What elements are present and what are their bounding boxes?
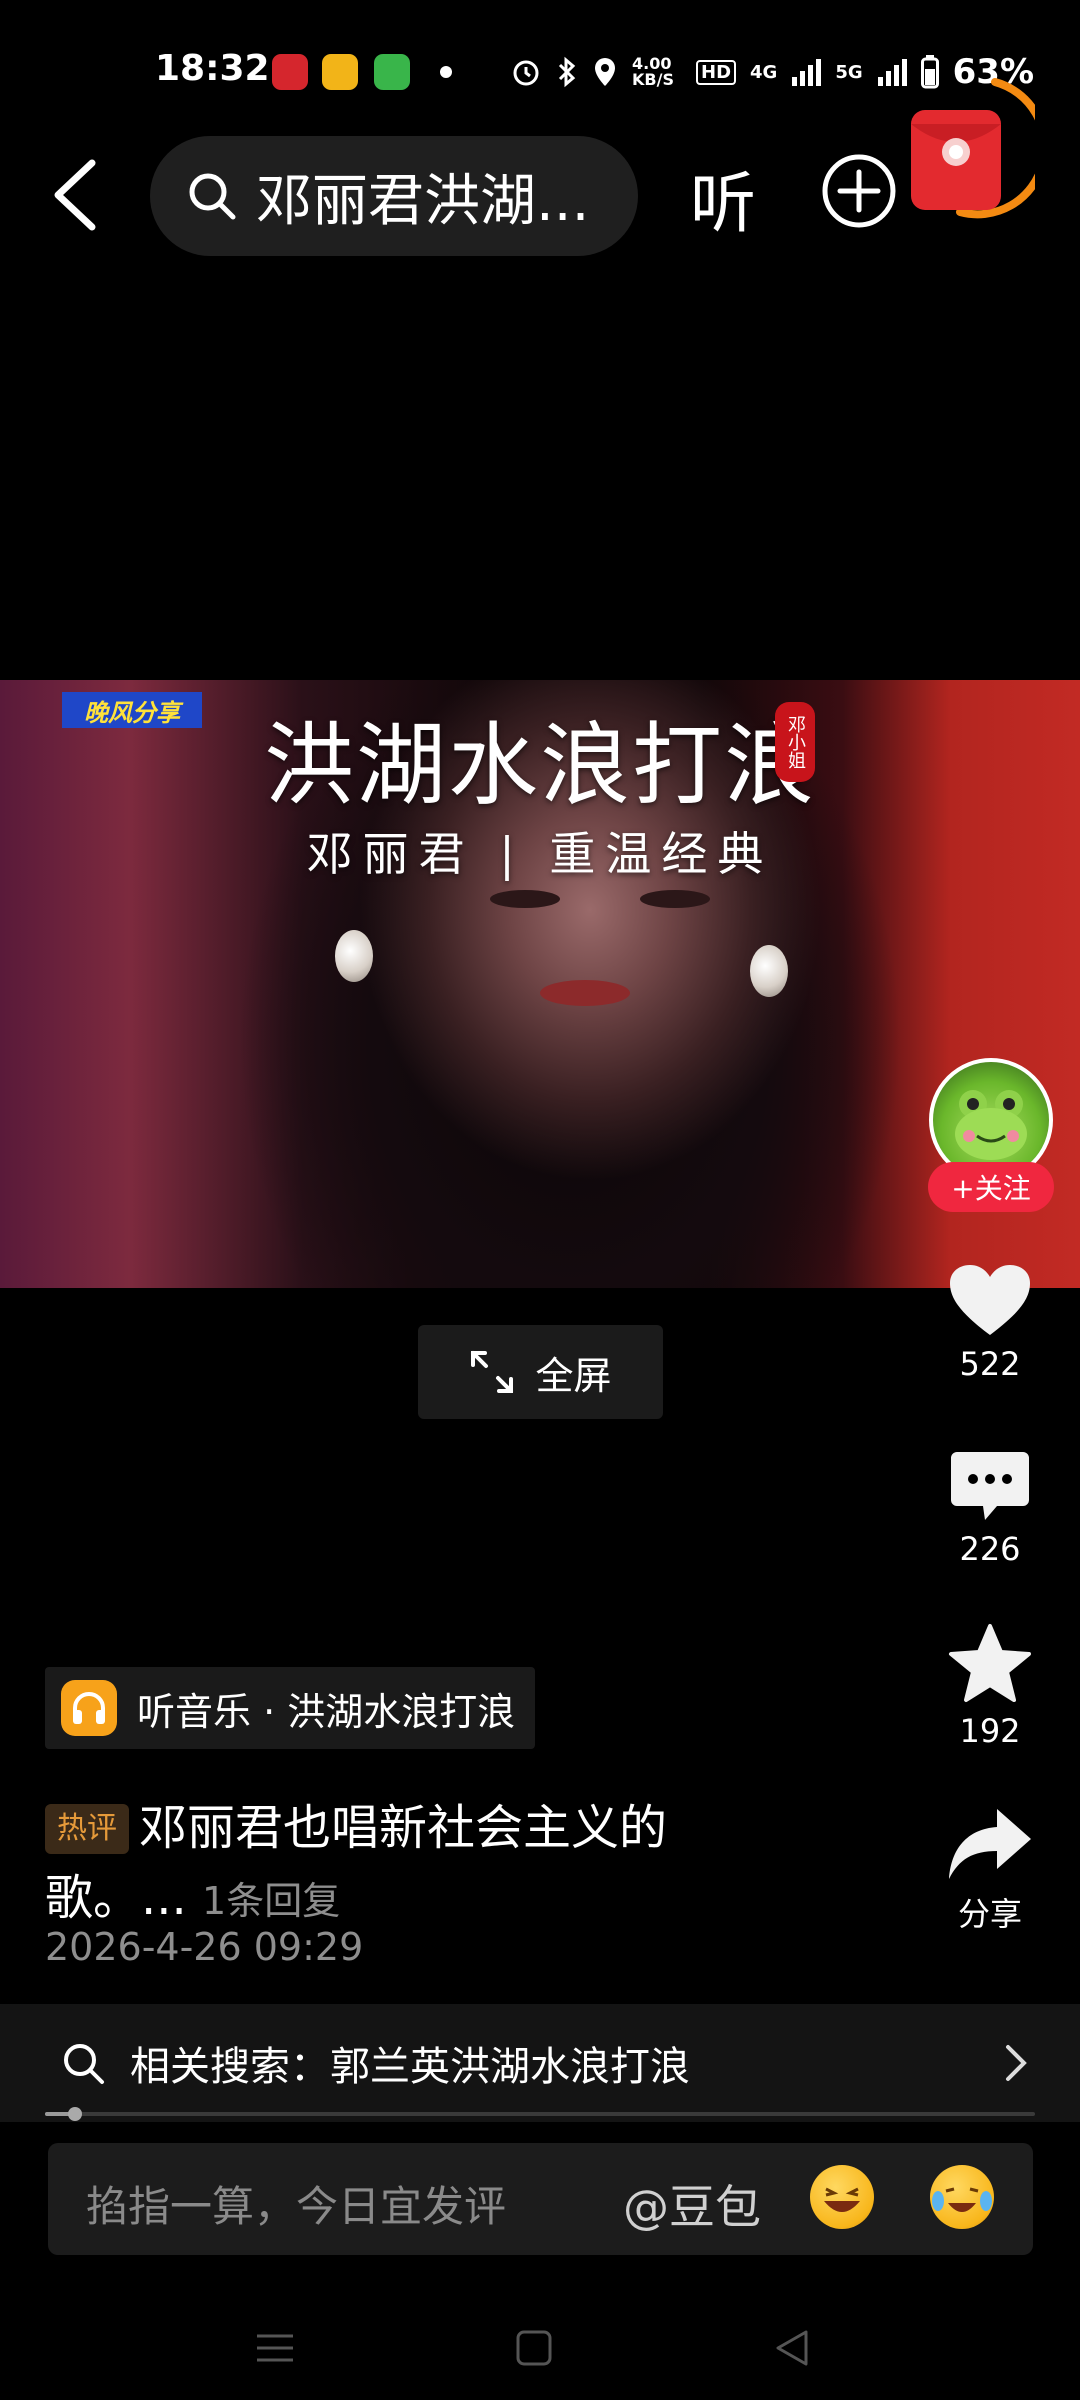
favorite-button[interactable]: 192 (920, 1622, 1060, 1750)
signal-5g-label: 5G (835, 61, 863, 83)
status-time: 18:32 (155, 48, 270, 89)
headphones-icon (61, 1680, 117, 1736)
follow-button[interactable]: +关注 (928, 1162, 1054, 1212)
comment-count: 226 (959, 1530, 1021, 1568)
video-progress-bar[interactable] (45, 2107, 1035, 2121)
search-icon (64, 2044, 104, 2084)
app-notification-icon (272, 54, 308, 90)
hot-comment-text: 邓丽君也唱新社会主义的歌。... (45, 1800, 668, 1926)
bluetooth-icon (558, 56, 576, 88)
progress-knob[interactable] (67, 2107, 82, 2121)
fullscreen-label: 全屏 (535, 1353, 612, 1398)
weibo-icon (322, 54, 358, 90)
home-nav-icon[interactable] (514, 2328, 554, 2368)
face-eye-right (640, 890, 710, 908)
face-mouth (540, 980, 630, 1006)
heart-icon (950, 1265, 1030, 1335)
listen-button[interactable]: 听 (690, 150, 756, 246)
share-arrow-icon (949, 1809, 1031, 1879)
location-icon (595, 58, 615, 86)
signal-icon-2 (877, 59, 907, 86)
mention-doubao-button[interactable]: @豆包 (623, 2171, 761, 2237)
more-notifications-dot (440, 66, 452, 78)
share-button[interactable]: 分享 (920, 1805, 1060, 1935)
video-player[interactable]: 晚风分享 洪湖水浪打浪 邓小姐 邓丽君 | 重温经典 (0, 680, 1080, 1288)
message-icon (374, 54, 410, 90)
music-chip[interactable]: 听音乐 · 洪湖水浪打浪 (45, 1667, 536, 1749)
frog-avatar-icon (955, 1090, 1027, 1160)
share-label: 分享 (957, 1895, 1022, 1933)
hot-comment-tag: 热评 (45, 1804, 129, 1854)
face-eye-left (490, 890, 560, 908)
like-button[interactable]: 522 (920, 1263, 1060, 1383)
favorite-count: 192 (959, 1712, 1021, 1750)
search-query: 邓丽君洪湖... (256, 168, 590, 234)
network-speed: 4.00 KB/S (632, 54, 674, 89)
menu-nav-icon[interactable] (255, 2328, 295, 2368)
related-search-bar[interactable]: 相关搜索：郭兰英洪湖水浪打浪 (0, 2004, 1080, 2122)
fullscreen-button[interactable]: 全屏 (418, 1325, 663, 1419)
laughing-emoji-icon[interactable] (810, 2165, 874, 2229)
expand-icon (471, 1351, 514, 1393)
comment-placeholder: 掐指一算，今日宜发评 (86, 2182, 507, 2231)
back-nav-icon[interactable] (772, 2328, 812, 2368)
system-nav-bar (0, 2300, 1080, 2400)
add-icon[interactable] (820, 152, 898, 230)
earring-right (750, 945, 788, 997)
red-packet-icon[interactable] (905, 72, 1035, 222)
comment-input[interactable]: 掐指一算，今日宜发评 @豆包 (48, 2143, 1033, 2255)
comment-button[interactable]: 226 (920, 1450, 1060, 1568)
reply-count[interactable]: 1条回复 (202, 1879, 340, 1923)
signal-4g-label: 4G (750, 61, 778, 83)
signal-icon (792, 59, 822, 86)
related-search-label: 相关搜索：郭兰英洪湖水浪打浪 (130, 2044, 690, 2090)
video-seal: 邓小姐 (775, 702, 815, 782)
video-title: 洪湖水浪打浪 (264, 713, 816, 818)
comment-timestamp: 2026-4-26 09:29 (45, 1925, 364, 1969)
video-subtitle: 邓丽君 | 重温经典 (306, 827, 774, 881)
hot-comment[interactable]: 热评 邓丽君也唱新社会主义的歌。... 1条回复 (45, 1793, 745, 1936)
like-count: 522 (959, 1345, 1021, 1383)
comment-icon (951, 1452, 1029, 1520)
crying-laugh-emoji-icon[interactable] (930, 2165, 994, 2229)
search-bar[interactable]: 邓丽君洪湖... (150, 136, 638, 256)
earring-left (335, 930, 373, 982)
alarm-icon (513, 60, 539, 86)
music-label: 听音乐 · 洪湖水浪打浪 (137, 1689, 516, 1734)
hd-badge: HD (696, 59, 737, 85)
star-icon (949, 1624, 1031, 1702)
back-icon[interactable] (42, 155, 112, 235)
search-icon (189, 173, 236, 220)
chevron-right-icon (1006, 2045, 1027, 2081)
